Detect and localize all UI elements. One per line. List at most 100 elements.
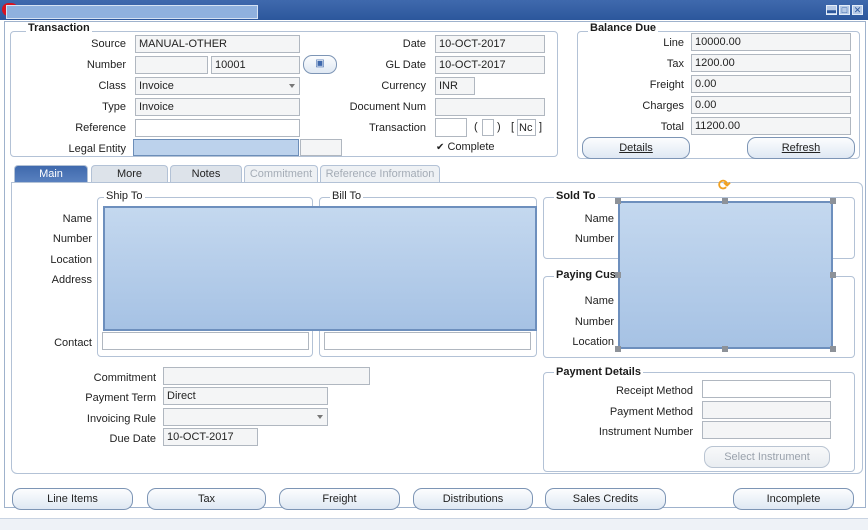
payment-details-title: Payment Details bbox=[554, 366, 643, 378]
tax-button[interactable]: Tax bbox=[147, 488, 266, 510]
line-label: Line bbox=[663, 37, 684, 49]
bill-contact-field[interactable] bbox=[324, 332, 531, 350]
ship-name-label: Name bbox=[62, 213, 92, 225]
ship-bill-address-block[interactable] bbox=[103, 206, 537, 331]
resize-handle-left[interactable] bbox=[615, 272, 621, 278]
line-items-button[interactable]: Line Items bbox=[12, 488, 133, 510]
tab-notes[interactable]: Notes bbox=[170, 165, 242, 183]
sold-to-customer-block[interactable] bbox=[618, 201, 833, 349]
total-amount-field[interactable]: 11200.00 bbox=[691, 117, 851, 135]
receipt-method-field[interactable] bbox=[702, 380, 831, 398]
commitment-label: Commitment bbox=[93, 372, 156, 384]
sold-to-number-label: Number bbox=[574, 233, 614, 245]
payment-method-label: Payment Method bbox=[609, 406, 693, 418]
freight-amount-field[interactable]: 0.00 bbox=[691, 75, 851, 93]
resize-handle-top-right[interactable] bbox=[830, 198, 836, 204]
transaction-paren-field[interactable] bbox=[482, 119, 494, 136]
resize-handle-right[interactable] bbox=[830, 272, 836, 278]
date-label: Date bbox=[402, 38, 426, 50]
refresh-button[interactable]: Refresh bbox=[747, 137, 855, 159]
ship-contact-field[interactable] bbox=[102, 332, 309, 350]
ship-number-label: Number bbox=[52, 233, 92, 245]
transaction-type-field[interactable] bbox=[435, 118, 467, 137]
currency-label: Currency bbox=[381, 80, 426, 92]
sold-to-name-label: Name bbox=[584, 213, 614, 225]
maximize-icon[interactable]: □ bbox=[839, 5, 850, 15]
currency-field[interactable]: INR bbox=[435, 77, 475, 95]
bracket-open: [ bbox=[511, 121, 515, 133]
payment-method-field[interactable] bbox=[702, 401, 831, 419]
gl-date-label: GL Date bbox=[385, 59, 426, 71]
ship-address-label: Address bbox=[51, 274, 92, 286]
payment-term-field[interactable]: Direct bbox=[163, 387, 328, 405]
bill-to-title: Bill To bbox=[330, 190, 364, 202]
class-select[interactable]: Invoice bbox=[135, 77, 300, 95]
freight-label: Freight bbox=[649, 79, 684, 91]
freight-button[interactable]: Freight bbox=[279, 488, 400, 510]
number-prefix-field[interactable] bbox=[135, 56, 208, 74]
resize-handle-bottom-left[interactable] bbox=[615, 346, 621, 352]
invoicing-rule-select[interactable] bbox=[163, 408, 328, 426]
invoicing-rule-label: Invoicing Rule bbox=[86, 413, 156, 425]
document-num-label: Document Num bbox=[349, 101, 426, 113]
complete-checkbox[interactable]: ✔ Complete bbox=[436, 141, 495, 153]
charges-label: Charges bbox=[642, 100, 684, 112]
class-label: Class bbox=[98, 80, 126, 92]
close-icon[interactable]: ✕ bbox=[852, 5, 863, 15]
rotate-handle-icon[interactable]: ⟳ bbox=[718, 176, 731, 194]
incomplete-button[interactable]: Incomplete bbox=[733, 488, 854, 510]
select-instrument-button[interactable]: Select Instrument bbox=[704, 446, 830, 468]
date-field[interactable]: 10-OCT-2017 bbox=[435, 35, 545, 53]
tab-more[interactable]: More bbox=[91, 165, 168, 183]
instrument-number-field[interactable] bbox=[702, 421, 831, 439]
document-num-field[interactable] bbox=[435, 98, 545, 116]
paying-number-label: Number bbox=[574, 316, 614, 328]
transaction-type-label: Transaction bbox=[368, 122, 426, 134]
source-label: Source bbox=[91, 38, 126, 50]
chevron-down-icon bbox=[289, 84, 295, 88]
ship-to-title: Ship To bbox=[104, 190, 145, 202]
tax-label: Tax bbox=[666, 58, 684, 70]
due-date-label: Due Date bbox=[109, 433, 156, 445]
transaction-group-title: Transaction bbox=[26, 22, 92, 34]
window-title-field bbox=[6, 5, 258, 19]
resize-handle-bottom-right[interactable] bbox=[830, 346, 836, 352]
resize-handle-top-left[interactable] bbox=[615, 198, 621, 204]
instrument-number-label: Instrument Number bbox=[598, 426, 693, 438]
receipt-method-label: Receipt Method bbox=[615, 385, 693, 397]
complete-label: Complete bbox=[447, 141, 495, 153]
resize-handle-bottom[interactable] bbox=[722, 346, 728, 352]
charges-amount-field[interactable]: 0.00 bbox=[691, 96, 851, 114]
transaction-bracket-field[interactable]: Nc bbox=[517, 119, 536, 136]
type-label: Type bbox=[102, 101, 126, 113]
due-date-field[interactable]: 10-OCT-2017 bbox=[163, 428, 258, 446]
details-button[interactable]: Details bbox=[582, 137, 690, 159]
paying-location-label: Location bbox=[572, 336, 614, 348]
ship-location-label: Location bbox=[50, 254, 92, 266]
paying-name-label: Name bbox=[584, 295, 614, 307]
line-amount-field[interactable]: 10000.00 bbox=[691, 33, 851, 51]
balance-due-title: Balance Due bbox=[588, 22, 659, 34]
reference-field[interactable] bbox=[135, 119, 300, 137]
sold-to-title: Sold To bbox=[554, 190, 598, 202]
number-label: Number bbox=[86, 59, 126, 71]
payment-term-label: Payment Term bbox=[85, 392, 156, 404]
commitment-field[interactable] bbox=[163, 367, 370, 385]
tab-reference-information[interactable]: Reference Information bbox=[320, 165, 440, 183]
type-field[interactable]: Invoice bbox=[135, 98, 300, 116]
tab-commitment[interactable]: Commitment bbox=[244, 165, 318, 183]
legal-entity-field[interactable] bbox=[133, 139, 299, 156]
source-field[interactable]: MANUAL-OTHER bbox=[135, 35, 300, 53]
distributions-button[interactable]: Distributions bbox=[413, 488, 533, 510]
tab-main[interactable]: Main bbox=[14, 165, 88, 183]
resize-handle-top[interactable] bbox=[722, 198, 728, 204]
tax-amount-field[interactable]: 1200.00 bbox=[691, 54, 851, 72]
reference-label: Reference bbox=[75, 122, 126, 134]
sales-credits-button[interactable]: Sales Credits bbox=[545, 488, 666, 510]
legal-entity-extra-field[interactable] bbox=[300, 139, 342, 156]
number-field[interactable]: 10001 bbox=[211, 56, 300, 74]
legal-entity-label: Legal Entity bbox=[68, 143, 126, 155]
gl-date-field[interactable]: 10-OCT-2017 bbox=[435, 56, 545, 74]
bracket-close: ] bbox=[539, 121, 543, 133]
minimize-icon[interactable]: ▬ bbox=[826, 5, 837, 15]
